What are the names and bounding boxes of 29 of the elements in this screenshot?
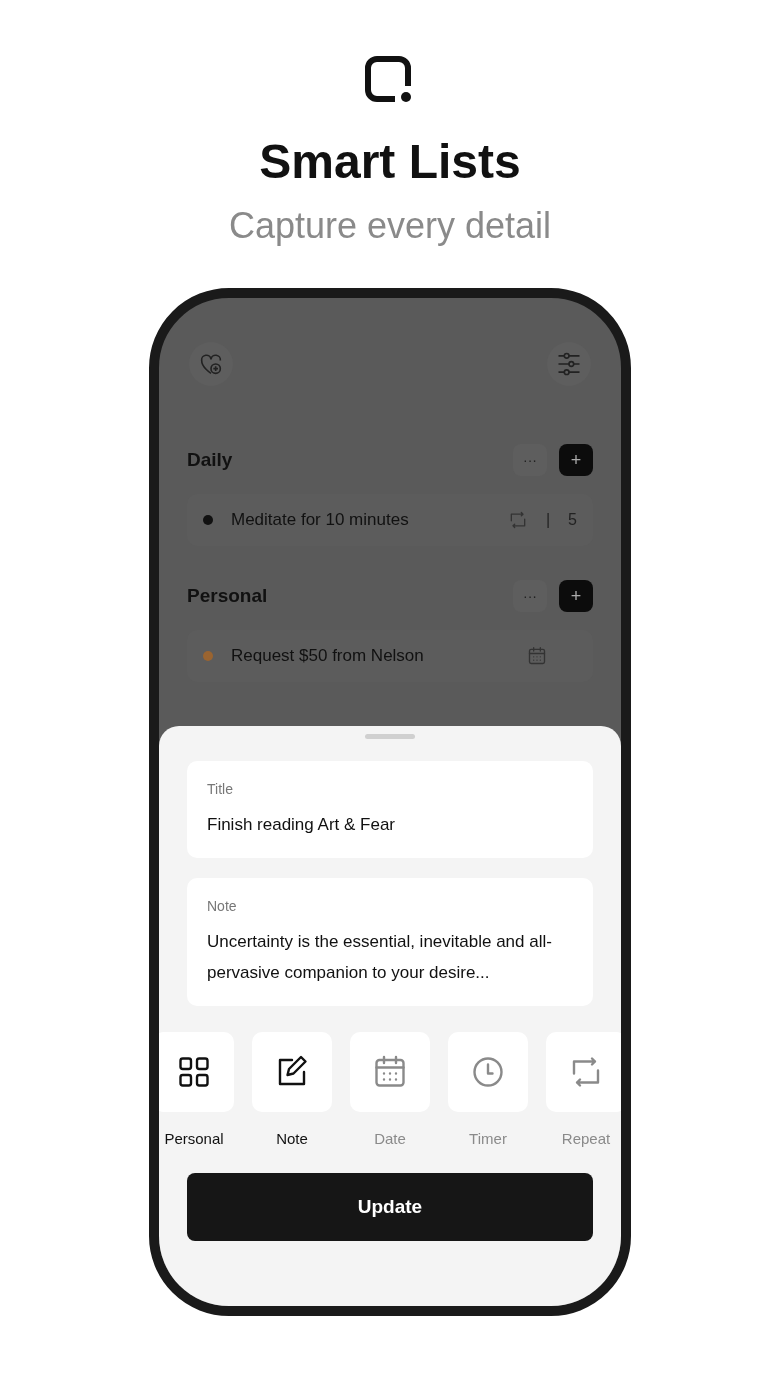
field-value: Finish reading Art & Fear bbox=[207, 814, 397, 836]
update-button[interactable]: Update bbox=[187, 1173, 593, 1241]
field-value: Uncertainty is the essential, inevitable and all-pervasive companion to your desire... bbox=[207, 931, 553, 984]
tool-label: Repeat bbox=[561, 1130, 611, 1147]
tool-button[interactable] bbox=[252, 1032, 332, 1112]
list-title: Personal bbox=[187, 585, 268, 607]
task-title: Request $50 from Nelson bbox=[231, 646, 425, 666]
calendar-icon bbox=[527, 646, 547, 666]
grid-icon bbox=[176, 1054, 212, 1090]
tool-label: Note bbox=[276, 1130, 308, 1147]
field-label: Note bbox=[207, 898, 238, 914]
repeat-count: 5 bbox=[568, 511, 577, 529]
clock-icon bbox=[470, 1054, 506, 1090]
separator: | bbox=[545, 511, 551, 529]
calendar-icon bbox=[372, 1054, 408, 1090]
list-title: Daily bbox=[187, 449, 233, 471]
tool-button[interactable] bbox=[159, 1032, 234, 1112]
task-title: Meditate for 10 minutes bbox=[231, 510, 410, 530]
tool-label: Timer bbox=[469, 1130, 507, 1147]
sheet-handle[interactable] bbox=[365, 734, 415, 739]
tool-label: Personal bbox=[164, 1130, 224, 1147]
field-label: Title bbox=[207, 781, 234, 797]
add-button[interactable]: + bbox=[559, 444, 593, 476]
headline-subtitle: Capture every detail bbox=[228, 204, 552, 248]
text-field[interactable]: Note Uncertainty is the essential, inevitable and all-pervasive companion to your desire... bbox=[187, 878, 593, 1006]
text-field[interactable]: Title Finish reading Art & Fear bbox=[187, 761, 593, 858]
add-button[interactable]: + bbox=[559, 580, 593, 612]
tool-label: Date bbox=[374, 1130, 406, 1147]
headline-title: Smart Lists bbox=[259, 134, 521, 190]
